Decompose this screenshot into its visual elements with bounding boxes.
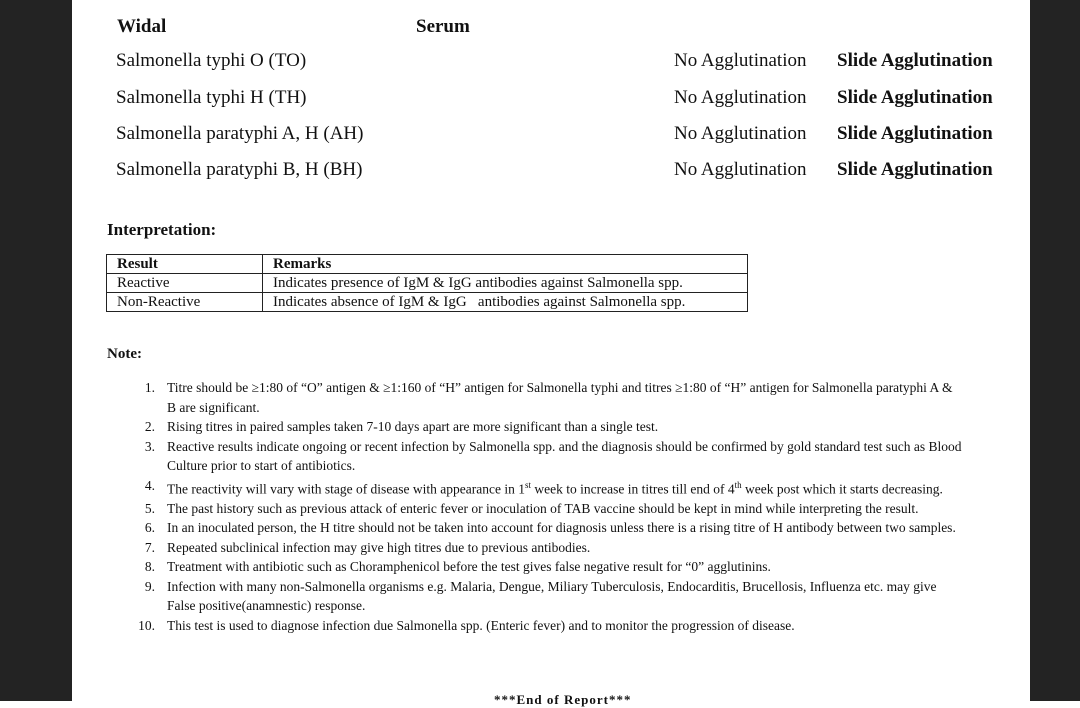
note-text: This test is used to diagnose infection … bbox=[167, 617, 795, 633]
interpretation-title: Interpretation: bbox=[107, 220, 217, 239]
column-header-remarks: Remarks bbox=[273, 256, 332, 272]
note-number: 2. bbox=[144, 419, 155, 434]
list-item: 10. This test is used to diagnose infect… bbox=[0, 616, 962, 636]
test-name: Salmonella paratyphi B, H (BH) bbox=[116, 159, 363, 180]
test-name: Salmonella paratyphi A, H (AH) bbox=[116, 123, 364, 144]
notes-list: 1. Titre should be ≥1:80 of “O” antigen … bbox=[0, 378, 1000, 635]
note-number: 8. bbox=[144, 559, 155, 574]
note-text: The past history such as previous attack… bbox=[167, 500, 919, 516]
note-number: 9. bbox=[144, 578, 155, 594]
list-item: 5. The past history such as previous att… bbox=[0, 499, 962, 519]
specimen-label: Serum bbox=[416, 16, 470, 37]
note-text: In an inoculated person, the H titre sho… bbox=[167, 520, 956, 535]
widal-title: Widal bbox=[117, 16, 167, 37]
remarks-cell: Indicates absence of IgM & IgG antibodie… bbox=[262, 292, 748, 312]
list-item: 4. The reactivity will vary with stage o… bbox=[0, 476, 962, 499]
test-name: Salmonella typhi H (TH) bbox=[116, 87, 307, 108]
note-text-part: The reactivity will vary with stage of d… bbox=[167, 481, 525, 496]
test-method: Slide Agglutination bbox=[837, 123, 993, 144]
note-text: The reactivity will vary with stage of d… bbox=[167, 476, 962, 499]
list-item: 6. In an inoculated person, the H titre … bbox=[0, 518, 962, 538]
test-result: No Agglutination bbox=[674, 159, 807, 180]
note-text: Treatment with antibiotic such as Choram… bbox=[167, 559, 771, 574]
list-item: 1. Titre should be ≥1:80 of “O” antigen … bbox=[0, 378, 962, 417]
interpretation-table: Result Remarks Reactive Indicates presen… bbox=[106, 254, 748, 312]
note-text: Titre should be ≥1:80 of “O” antigen & ≥… bbox=[167, 380, 953, 415]
list-item: 8. Treatment with antibiotic such as Cho… bbox=[0, 557, 962, 577]
test-method: Slide Agglutination bbox=[837, 159, 993, 180]
table-row: Non-Reactive Indicates absence of IgM & … bbox=[106, 292, 748, 312]
test-result: No Agglutination bbox=[674, 87, 807, 108]
result-cell: Reactive bbox=[106, 273, 263, 293]
note-text: Repeated subclinical infection may give … bbox=[167, 539, 591, 555]
note-number: 4. bbox=[144, 477, 155, 493]
note-number: 1. bbox=[144, 380, 155, 395]
table-header-row: Result Remarks bbox=[106, 254, 748, 274]
note-title: Note: bbox=[107, 346, 142, 362]
test-method: Slide Agglutination bbox=[837, 50, 993, 71]
list-item: 7. Repeated subclinical infection may gi… bbox=[0, 538, 962, 558]
test-result: No Agglutination bbox=[674, 50, 807, 71]
note-number: 3. bbox=[144, 438, 155, 454]
list-item: 2. Rising titres in paired samples taken… bbox=[0, 417, 962, 437]
test-method: Slide Agglutination bbox=[837, 87, 993, 108]
note-number: 6. bbox=[144, 520, 155, 535]
table-row: Reactive Indicates presence of IgM & IgG… bbox=[106, 273, 748, 293]
list-item: 3. Reactive results indicate ongoing or … bbox=[0, 437, 962, 476]
test-result: No Agglutination bbox=[674, 123, 807, 144]
end-of-report: ***End of Report*** bbox=[494, 692, 632, 707]
note-number: 7. bbox=[144, 539, 155, 555]
list-item: 9. Infection with many non-Salmonella or… bbox=[0, 577, 962, 616]
note-text: Reactive results indicate ongoing or rec… bbox=[167, 438, 962, 474]
right-page-margin bbox=[1030, 0, 1080, 701]
result-cell: Non-Reactive bbox=[106, 292, 263, 312]
note-number: 10. bbox=[138, 617, 155, 633]
note-text: Rising titres in paired samples taken 7-… bbox=[167, 419, 659, 434]
note-text-part: week to increase in titres till end of 4 bbox=[531, 481, 735, 496]
note-text-part: week post which it starts decreasing. bbox=[741, 481, 943, 496]
test-name: Salmonella typhi O (TO) bbox=[116, 50, 307, 71]
note-text: Infection with many non-Salmonella organ… bbox=[167, 578, 937, 614]
column-header-result: Result bbox=[106, 254, 263, 274]
remarks-cell: Indicates presence of IgM & IgG antibodi… bbox=[262, 273, 748, 293]
note-number: 5. bbox=[144, 500, 155, 516]
ordinal-superscript: th bbox=[734, 479, 742, 490]
